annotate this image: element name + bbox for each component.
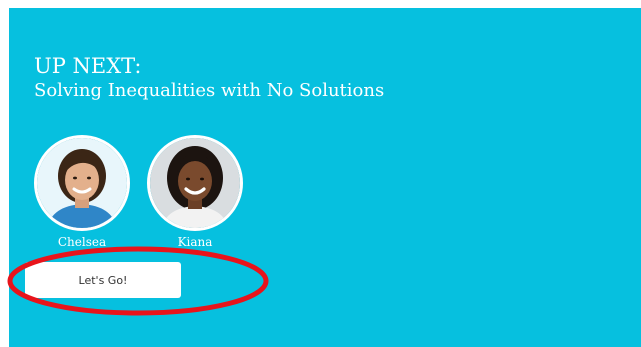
up-next-heading: UP NEXT:: [34, 54, 142, 78]
tutor-name-chelsea: Chelsea: [57, 235, 107, 249]
lesson-title: Solving Inequalities with No Solutions: [34, 80, 385, 101]
tutor-photo-chelsea-icon: [37, 138, 127, 228]
lets-go-button[interactable]: Let's Go!: [25, 262, 181, 298]
tutor-photo-kiana-icon: [150, 138, 240, 228]
tutor-avatar-kiana: [147, 135, 243, 231]
tutor-avatar-chelsea: [34, 135, 130, 231]
tutor-chelsea: Chelsea: [34, 135, 130, 249]
tutor-name-kiana: Kiana: [177, 235, 213, 249]
tutor-kiana: Kiana: [147, 135, 243, 249]
